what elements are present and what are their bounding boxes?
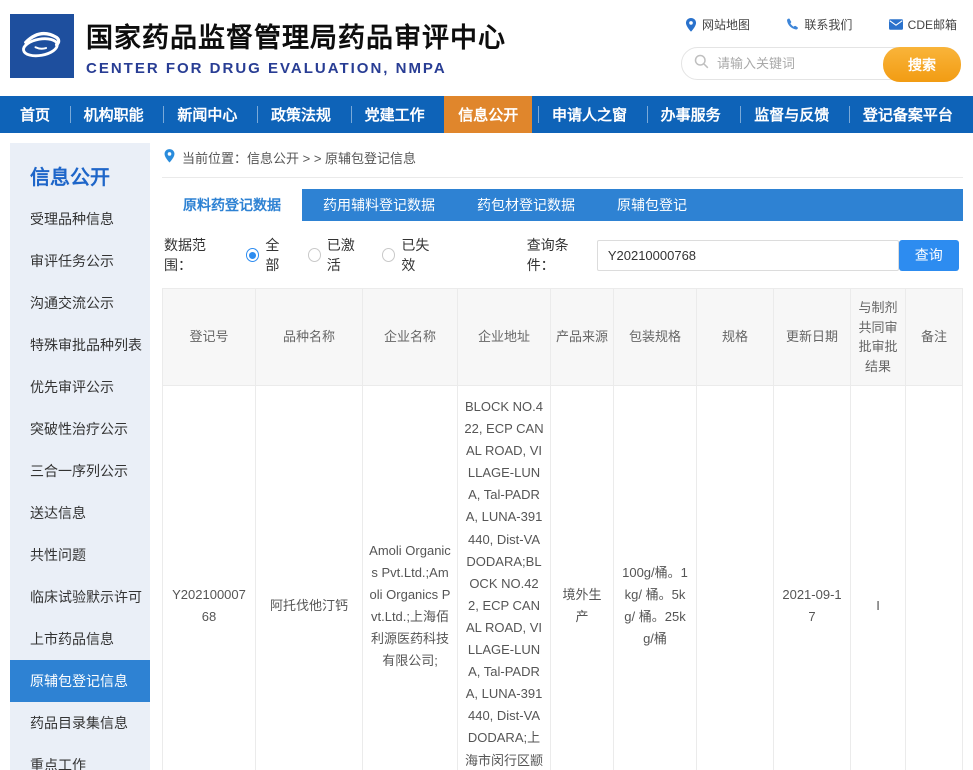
scope-radio-activated[interactable]: 已激活 — [308, 235, 367, 275]
breadcrumb: 当前位置：信息公开 > > 原辅包登记信息 — [162, 141, 963, 178]
radio-unchecked-icon — [382, 248, 395, 262]
col-approval-result: 与制剂共同审批审批结果 — [851, 289, 906, 386]
nav-item-info-disclosure[interactable]: 信息公开 — [444, 96, 532, 133]
col-spec: 规格 — [697, 289, 774, 386]
tab-api-data[interactable]: 原料药登记数据 — [162, 189, 302, 221]
breadcrumb-text: 当前位置：信息公开 > > 原辅包登记信息 — [182, 148, 416, 167]
tab-packaging-data[interactable]: 药包材登记数据 — [456, 189, 596, 221]
cell-product-name: 阿托伐他汀钙 — [256, 386, 363, 770]
radio-checked-icon — [246, 248, 259, 262]
filter-bar: 数据范围： 全部 已激活 已失效 查询条件： 查询 — [162, 221, 963, 288]
query-condition-input[interactable] — [597, 240, 899, 271]
sitemap-link[interactable]: 网站地图 — [685, 16, 750, 33]
nav-item-home[interactable]: 首页 — [6, 96, 64, 133]
query-condition-label: 查询条件： — [527, 235, 593, 275]
tab-excipient-data[interactable]: 药用辅料登记数据 — [302, 189, 456, 221]
scope-activated-label: 已激活 — [327, 235, 366, 275]
sidebar-item-accepted-varieties[interactable]: 受理品种信息 — [10, 198, 150, 240]
nav-item-supervision[interactable]: 监督与反馈 — [740, 96, 843, 133]
scope-label: 数据范围： — [164, 235, 230, 275]
cell-company: Amoli Organics Pvt.Ltd.;Amoli Organics P… — [363, 386, 458, 770]
site-subtitle: CENTER FOR DRUG EVALUATION, NMPA — [86, 60, 506, 77]
tab-apie-registration[interactable]: 原辅包登记 — [596, 189, 708, 221]
sidebar-item-special-approval[interactable]: 特殊审批品种列表 — [10, 324, 150, 366]
nav-item-party[interactable]: 党建工作 — [351, 96, 439, 133]
nav-item-applicant[interactable]: 申请人之窗 — [538, 96, 641, 133]
location-pin-icon — [685, 18, 697, 32]
contact-link[interactable]: 联系我们 — [786, 16, 852, 33]
site-header: 国家药品监督管理局药品审评中心 CENTER FOR DRUG EVALUATI… — [0, 0, 973, 96]
contact-label: 联系我们 — [804, 16, 852, 33]
tab-bar: 原料药登记数据 药用辅料登记数据 药包材登记数据 原辅包登记 — [162, 189, 963, 221]
cell-update-date: 2021-09-17 — [774, 386, 851, 770]
phone-icon — [786, 18, 799, 31]
mail-label: CDE邮箱 — [908, 16, 957, 33]
sidebar-item-priority-review[interactable]: 优先审评公示 — [10, 366, 150, 408]
sidebar-item-clinical-trial[interactable]: 临床试验默示许可 — [10, 576, 150, 618]
cell-source: 境外生产 — [551, 386, 614, 770]
col-company: 企业名称 — [363, 289, 458, 386]
sidebar-item-three-in-one[interactable]: 三合一序列公示 — [10, 450, 150, 492]
mail-link[interactable]: CDE邮箱 — [889, 16, 957, 33]
breadcrumb-pin-icon — [164, 149, 175, 166]
nav-item-services[interactable]: 办事服务 — [647, 96, 735, 133]
search-button[interactable]: 搜索 — [883, 47, 961, 82]
table-header-row: 登记号 品种名称 企业名称 企业地址 产品来源 包装规格 规格 更新日期 与制剂… — [163, 289, 963, 386]
envelope-icon — [889, 19, 903, 30]
cell-packaging: 100g/桶。1kg/ 桶。5kg/ 桶。25kg/桶 — [614, 386, 697, 770]
col-address: 企业地址 — [458, 289, 551, 386]
cell-approval-result: I — [851, 386, 906, 770]
registration-table: 登记号 品种名称 企业名称 企业地址 产品来源 包装规格 规格 更新日期 与制剂… — [162, 288, 963, 770]
cell-reg-no: Y20210000768 — [163, 386, 256, 770]
scope-all-label: 全部 — [265, 235, 291, 275]
nav-item-news[interactable]: 新闻中心 — [163, 96, 251, 133]
sitemap-label: 网站地图 — [702, 16, 750, 33]
brand-block: 国家药品监督管理局药品审评中心 CENTER FOR DRUG EVALUATI… — [86, 16, 506, 77]
col-update-date: 更新日期 — [774, 289, 851, 386]
search-icon — [694, 54, 709, 74]
scope-radio-all[interactable]: 全部 — [246, 235, 291, 275]
sidebar-item-apie-registration[interactable]: 原辅包登记信息 — [10, 660, 150, 702]
main-nav: 首页 机构职能 新闻中心 政策法规 党建工作 信息公开 申请人之窗 办事服务 监… — [0, 96, 973, 133]
col-source: 产品来源 — [551, 289, 614, 386]
scope-expired-label: 已失效 — [401, 235, 440, 275]
col-reg-no: 登记号 — [163, 289, 256, 386]
sidebar: 信息公开 受理品种信息 审评任务公示 沟通交流公示 特殊审批品种列表 优先审评公… — [10, 143, 150, 770]
sidebar-item-common-issues[interactable]: 共性问题 — [10, 534, 150, 576]
quick-links: 网站地图 联系我们 CDE邮箱 — [681, 16, 961, 33]
site-search: 搜索 — [681, 47, 961, 80]
sidebar-item-key-work[interactable]: 重点工作 — [10, 744, 150, 770]
scope-radio-expired[interactable]: 已失效 — [382, 235, 441, 275]
sidebar-item-delivery-info[interactable]: 送达信息 — [10, 492, 150, 534]
site-title: 国家药品监督管理局药品审评中心 — [86, 16, 506, 55]
col-packaging: 包装规格 — [614, 289, 697, 386]
sidebar-item-breakthrough-therapy[interactable]: 突破性治疗公示 — [10, 408, 150, 450]
query-button[interactable]: 查询 — [899, 240, 959, 271]
sidebar-item-marketed-drugs[interactable]: 上市药品信息 — [10, 618, 150, 660]
nav-item-registration-platform[interactable]: 登记备案平台 — [849, 96, 967, 133]
sidebar-item-communication[interactable]: 沟通交流公示 — [10, 282, 150, 324]
cell-remark — [906, 386, 963, 770]
col-remark: 备注 — [906, 289, 963, 386]
cell-spec — [697, 386, 774, 770]
col-product-name: 品种名称 — [256, 289, 363, 386]
sidebar-item-drug-catalog[interactable]: 药品目录集信息 — [10, 702, 150, 744]
radio-unchecked-icon — [308, 248, 321, 262]
sidebar-title: 信息公开 — [30, 161, 150, 190]
cde-logo — [10, 14, 74, 78]
logo-swirl-icon — [16, 18, 68, 75]
table-row: Y20210000768 阿托伐他汀钙 Amoli Organics Pvt.L… — [163, 386, 963, 770]
nav-item-policy[interactable]: 政策法规 — [257, 96, 345, 133]
sidebar-item-review-tasks[interactable]: 审评任务公示 — [10, 240, 150, 282]
nav-item-functions[interactable]: 机构职能 — [70, 96, 158, 133]
cell-address: BLOCK NO.422, ECP CANAL ROAD, VILLAGE-LU… — [458, 386, 551, 770]
